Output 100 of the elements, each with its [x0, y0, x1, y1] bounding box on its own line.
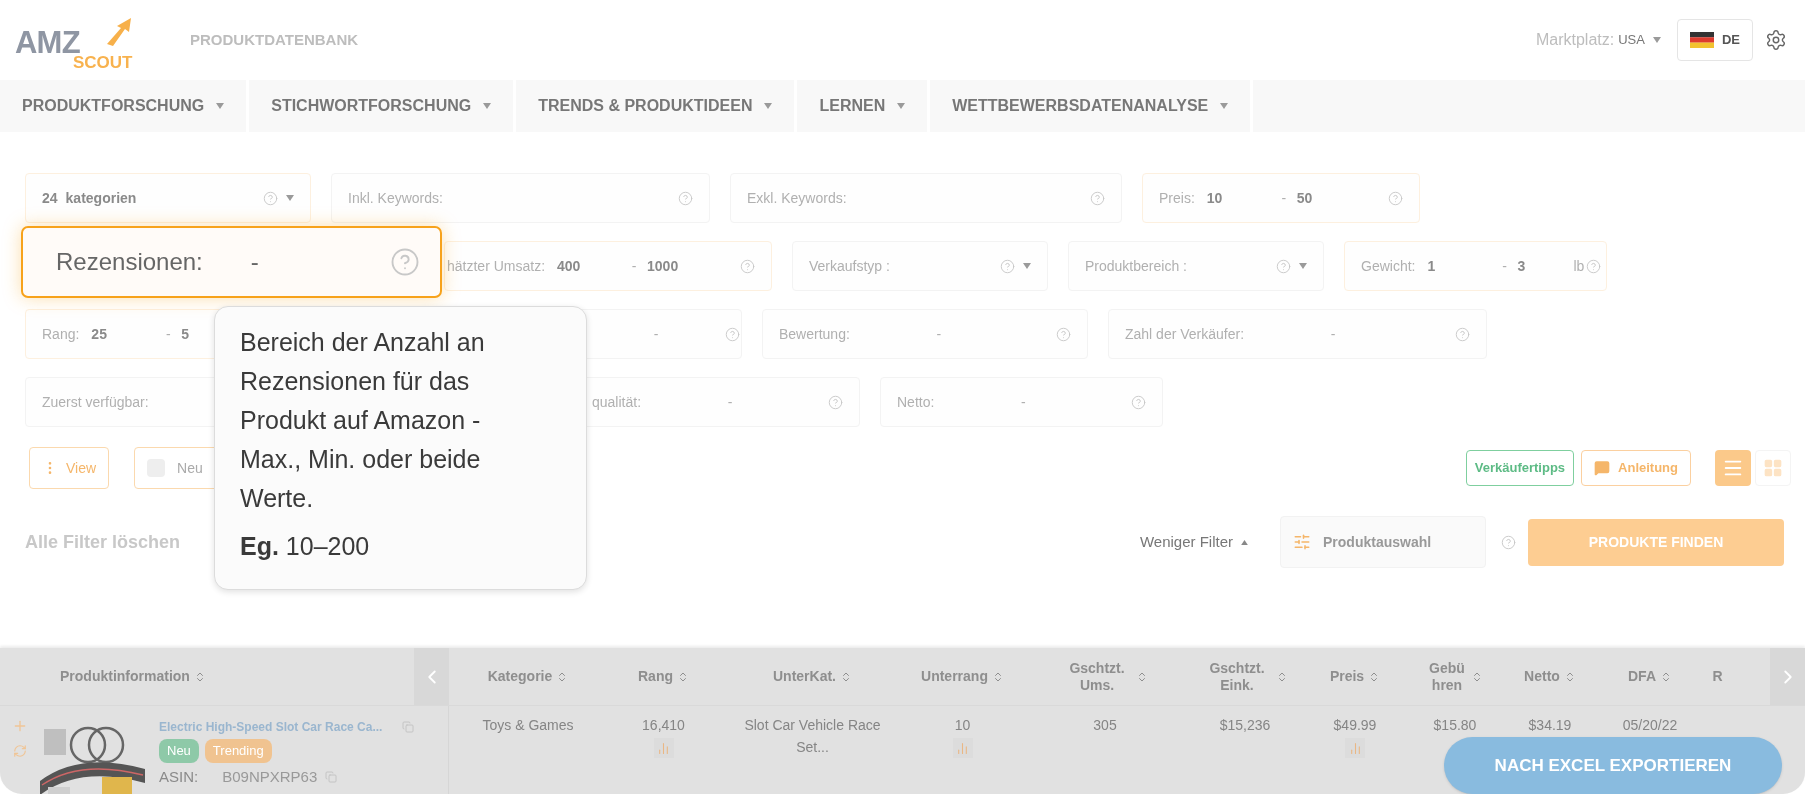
- filter-label: Produktbereich :: [1085, 256, 1187, 276]
- sort-icon[interactable]: [1136, 670, 1148, 683]
- range-dash: -: [1330, 325, 1336, 342]
- sort-icon[interactable]: [1276, 670, 1288, 683]
- column-header[interactable]: Gschtzt. Eink.: [1202, 659, 1272, 694]
- nav-menu[interactable]: PRODUKTFORSCHUNG: [0, 80, 250, 132]
- min-value[interactable]: 1: [1427, 257, 1436, 274]
- range-dash: -: [727, 393, 733, 410]
- reviews-filter-field[interactable]: Rezensionen: -: [21, 226, 442, 298]
- copy-icon[interactable]: [325, 771, 338, 784]
- table-cell-text: $34.19: [1528, 716, 1572, 735]
- help-icon[interactable]: [1501, 534, 1516, 550]
- help-icon[interactable]: [828, 394, 843, 410]
- table-cell-text: 10: [954, 716, 971, 735]
- filter-field[interactable]: Produktbereich :: [1068, 241, 1324, 291]
- filter-label: Gewicht:: [1361, 256, 1416, 276]
- caret-icon: [286, 195, 294, 201]
- category-count: 24: [42, 188, 58, 208]
- list-view-button[interactable]: [1715, 450, 1751, 486]
- caret-icon: [1023, 263, 1031, 269]
- tips-button[interactable]: Verkäufertipps: [1465, 450, 1575, 486]
- help-icon[interactable]: [1000, 258, 1015, 274]
- flag-icon: [1689, 32, 1714, 48]
- help-icon[interactable]: [390, 247, 420, 277]
- column-header[interactable]: Kategorie: [487, 666, 553, 687]
- help-icon[interactable]: [1090, 190, 1105, 206]
- range-dash: -: [250, 247, 259, 277]
- sort-icon[interactable]: [677, 670, 689, 683]
- sort-icon[interactable]: [1660, 670, 1672, 683]
- chart-icon[interactable]: [653, 738, 674, 759]
- settings-icon[interactable]: [1765, 29, 1787, 51]
- help-icon[interactable]: [1056, 326, 1071, 342]
- export-button[interactable]: NACH EXCEL EXPORTIEREN: [1444, 737, 1782, 794]
- column-header[interactable]: Gebühren: [1427, 659, 1467, 694]
- help-icon[interactable]: [1276, 258, 1291, 274]
- help-icon[interactable]: [1455, 326, 1470, 342]
- table-cell-text: 16,410: [642, 716, 685, 735]
- filter-field[interactable]: Netto: -: [880, 377, 1163, 427]
- caret-up-icon: [1241, 539, 1248, 545]
- help-icon[interactable]: [263, 190, 278, 206]
- filter-field[interactable]: Gewicht: 1 - 3 lb: [1344, 241, 1607, 291]
- chart-icon[interactable]: [1345, 738, 1365, 759]
- nav-menu[interactable]: LERNEN: [797, 80, 931, 132]
- filter-field[interactable]: Preis: 10 - 50: [1142, 173, 1420, 223]
- asin-value: B09NPXRP63: [222, 767, 318, 787]
- min-value[interactable]: 10: [1206, 189, 1223, 206]
- max-value[interactable]: 5: [181, 325, 190, 342]
- range-dash: -: [1502, 257, 1507, 274]
- marketplace-select[interactable]: USA: [1618, 30, 1661, 50]
- less-filters-button[interactable]: Weniger Filter: [1139, 530, 1248, 554]
- column-header[interactable]: Produktinformation: [60, 666, 190, 687]
- filter-field[interactable]: 24 kategorien: [25, 173, 311, 223]
- grid-view-button[interactable]: [1755, 450, 1791, 486]
- column-header[interactable]: Netto: [1524, 666, 1560, 687]
- sort-icon[interactable]: [1471, 670, 1483, 683]
- nav-menu[interactable]: WETTBEWERBSDATENANALYSE: [930, 80, 1254, 132]
- column-header[interactable]: DFA: [1628, 666, 1656, 687]
- filter-field[interactable]: Verkaufstyp :: [792, 241, 1048, 291]
- copy-icon[interactable]: [402, 721, 415, 733]
- filter-field[interactable]: Exkl. Keywords:: [730, 173, 1122, 223]
- max-value[interactable]: 50: [1296, 189, 1313, 206]
- help-icon[interactable]: [1388, 190, 1403, 206]
- scroll-right-button[interactable]: [1770, 648, 1805, 705]
- filter-field[interactable]: hätzter Umsatz: 400 - 1000: [444, 241, 772, 291]
- caret-icon: [764, 103, 773, 109]
- sort-icon[interactable]: [840, 670, 852, 683]
- min-value[interactable]: 400: [557, 257, 581, 274]
- nav-menu[interactable]: STICHWORTFORSCHUNG: [249, 80, 517, 132]
- view-button[interactable]: View: [29, 447, 110, 489]
- product-tag: Neu: [159, 739, 199, 763]
- max-value[interactable]: 3: [1517, 257, 1526, 274]
- checkbox-label: Neu: [177, 458, 203, 478]
- refresh-icon[interactable]: [13, 744, 27, 758]
- product-title-link[interactable]: Electric High-Speed Slot Car Race Ca...: [159, 718, 383, 736]
- max-value[interactable]: 1000: [647, 257, 679, 274]
- find-products-button[interactable]: PRODUKTE FINDEN: [1528, 518, 1784, 566]
- min-value[interactable]: 25: [91, 325, 107, 342]
- help-icon[interactable]: [678, 190, 693, 206]
- filter-field[interactable]: Inkl. Keywords:: [331, 173, 710, 223]
- add-icon[interactable]: [12, 718, 28, 734]
- language-button[interactable]: DE: [1676, 19, 1753, 61]
- product-selection-button[interactable]: Produktauswahl: [1280, 516, 1486, 568]
- column-header[interactable]: Preis: [1329, 666, 1365, 687]
- help-icon[interactable]: [725, 326, 740, 342]
- guide-button[interactable]: Anleitung: [1581, 450, 1691, 486]
- help-icon[interactable]: [1586, 258, 1602, 274]
- filter-field[interactable]: Bewertung: -: [762, 309, 1088, 359]
- filter-field[interactable]: Zahl der Verkäufer: -: [1108, 309, 1487, 359]
- column-header[interactable]: UnterKat.: [773, 666, 836, 687]
- help-icon[interactable]: [1131, 394, 1146, 410]
- range-dash: -: [166, 325, 171, 342]
- chart-icon[interactable]: [952, 738, 973, 759]
- column-header[interactable]: Rang: [638, 666, 673, 687]
- scroll-left-button[interactable]: [414, 648, 449, 705]
- column-header[interactable]: R: [1712, 666, 1723, 687]
- column-header[interactable]: Unterrang: [921, 666, 988, 687]
- table-cell-text: 305: [1093, 716, 1117, 735]
- nav-menu[interactable]: TRENDS & PRODUKTIDEEN: [516, 80, 798, 132]
- column-header[interactable]: Gschtzt. Ums.: [1062, 659, 1132, 694]
- help-icon[interactable]: [740, 258, 755, 274]
